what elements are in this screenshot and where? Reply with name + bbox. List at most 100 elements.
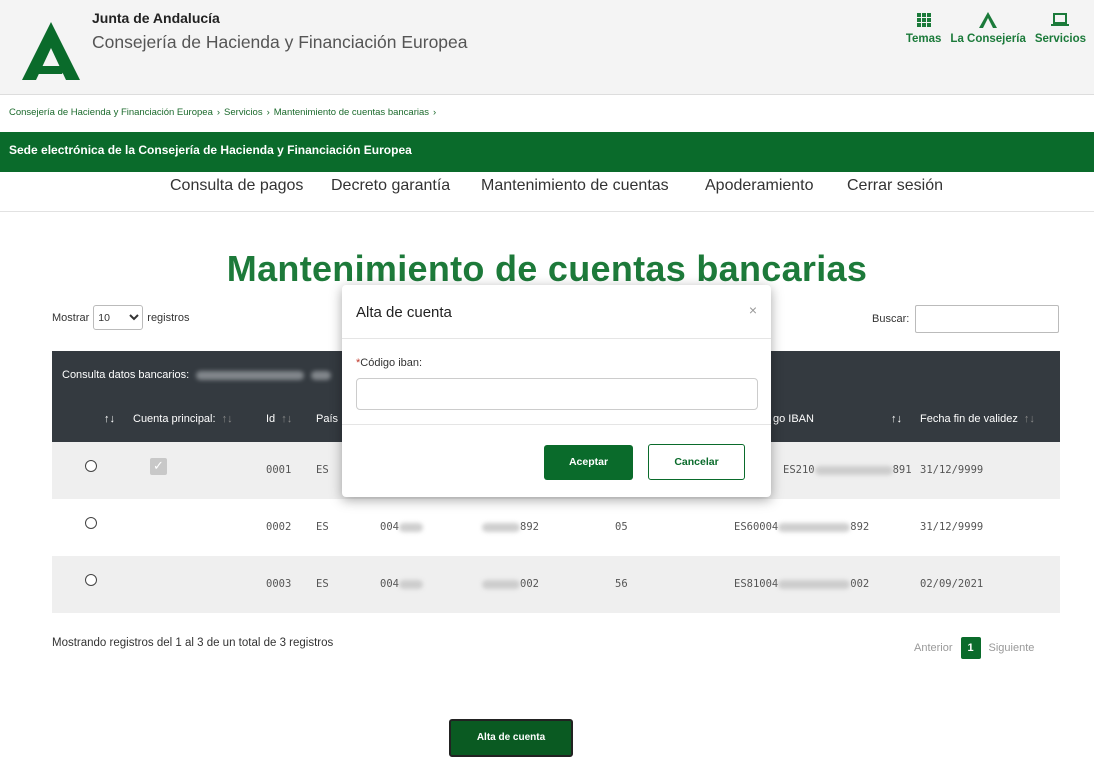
cell-banco: 004	[380, 521, 423, 533]
breadcrumb-item[interactable]: Servicios	[224, 107, 263, 118]
site-header: Junta de Andalucía Consejería de Haciend…	[0, 0, 1094, 95]
column-header-label: Cuenta principal:	[133, 413, 216, 425]
column-header-label: go IBAN	[773, 413, 814, 425]
top-nav: Temas La Consejería Servicios	[906, 12, 1086, 45]
section-band: Sede electrónica de la Consejería de Hac…	[0, 132, 1094, 172]
cell-fecha: 02/09/2021	[920, 578, 984, 590]
add-account-button[interactable]: Alta de cuenta	[449, 719, 573, 757]
nav-mantenimiento-cuentas[interactable]: Mantenimiento de cuentas	[481, 177, 669, 195]
redacted-text	[482, 522, 520, 532]
redacted-text	[482, 579, 520, 589]
iban-start: ES210	[783, 464, 815, 476]
row-radio[interactable]	[85, 460, 97, 472]
sort-icon: ↑↓	[281, 413, 293, 425]
sort-icon: ↑↓	[1023, 413, 1035, 425]
cell-cuenta: 002	[482, 578, 539, 590]
cell-dc: 56	[615, 578, 628, 590]
column-header-label: Id	[266, 413, 276, 425]
main-nav: Consulta de pagos Decreto garantía Mante…	[0, 172, 1094, 212]
nav-decreto-garantia[interactable]: Decreto garantía	[331, 177, 450, 195]
cell-iban: ES210 891	[783, 464, 912, 476]
table-row: 0003 ES 004 002 56 ES81004 002 02/09/2021	[52, 556, 1060, 613]
table-row: 0002 ES 004 892 05 ES60004 892 31/12/9999	[52, 499, 1060, 556]
top-nav-label: La Consejería	[950, 33, 1026, 45]
cell-dc: 05	[615, 521, 628, 533]
cell-fecha: 31/12/9999	[920, 464, 984, 476]
top-nav-label: Servicios	[1034, 33, 1086, 45]
org-subtitle: Consejería de Hacienda y Financiación Eu…	[92, 32, 468, 52]
modal-divider	[342, 338, 771, 339]
redacted-text	[311, 370, 332, 380]
page-length-select[interactable]: 10	[93, 305, 144, 330]
breadcrumb-item[interactable]: Consejería de Hacienda y Financiación Eu…	[9, 107, 213, 118]
chevron-right-icon: ›	[266, 107, 270, 118]
top-nav-consejeria[interactable]: La Consejería	[950, 12, 1026, 45]
band-title: Sede electrónica de la Consejería de Hac…	[9, 143, 412, 157]
iban-start: ES60004	[734, 521, 779, 533]
close-icon[interactable]: ×	[749, 302, 757, 318]
sort-icon: ↑↓	[221, 413, 233, 425]
column-header-label: Fecha fin de validez	[920, 413, 1018, 425]
cell-pais: ES	[316, 521, 329, 533]
search-input[interactable]	[915, 305, 1060, 333]
column-header-fecha[interactable]: Fecha fin de validez ↑↓	[920, 413, 1035, 425]
cell-cuenta: 892	[482, 521, 539, 533]
table-info: Mostrando registros del 1 al 3 de un tot…	[52, 637, 334, 649]
redacted-text	[814, 465, 893, 475]
column-header-iban[interactable]: go IBAN	[773, 413, 814, 425]
nav-apoderamiento[interactable]: Apoderamiento	[705, 177, 814, 195]
cancel-button[interactable]: Cancelar	[648, 444, 745, 480]
breadcrumb: Consejería de Hacienda y Financiación Eu…	[9, 107, 440, 118]
pager-page-1[interactable]: 1	[960, 637, 981, 659]
breadcrumb-item[interactable]: Mantenimiento de cuentas bancarias	[274, 107, 429, 118]
pager-previous[interactable]: Anterior	[914, 642, 953, 654]
pagination: Anterior 1 Siguiente	[914, 637, 1034, 659]
grid-icon	[916, 13, 931, 27]
pager-next[interactable]: Siguiente	[989, 642, 1035, 654]
top-nav-label: Temas	[905, 33, 942, 45]
laptop-icon	[1051, 13, 1070, 26]
column-header-pais[interactable]: País	[316, 413, 338, 425]
modal-divider	[342, 424, 771, 425]
row-radio[interactable]	[85, 517, 97, 529]
page-title: Mantenimiento de cuentas bancarias	[226, 248, 868, 289]
show-suffix: registros	[147, 311, 190, 324]
search-control: Buscar:	[872, 305, 1060, 333]
iban-end: 002	[850, 578, 870, 590]
cuenta-end: 002	[520, 578, 539, 590]
show-label: Mostrar	[52, 311, 90, 324]
banco-code: 004	[380, 521, 399, 533]
accept-button[interactable]: Aceptar	[544, 445, 633, 480]
cell-id: 0003	[266, 578, 292, 590]
redacted-text	[778, 579, 851, 589]
column-header-label: País	[316, 413, 339, 425]
iban-end: 891	[892, 464, 912, 476]
iban-label-text: Código iban:	[360, 357, 423, 369]
top-nav-servicios[interactable]: Servicios	[1035, 12, 1086, 45]
nav-cerrar-sesion[interactable]: Cerrar sesión	[847, 177, 943, 195]
modal-title: Alta de cuenta	[356, 304, 452, 321]
cell-pais: ES	[316, 464, 329, 476]
iban-start: ES81004	[734, 578, 779, 590]
cell-iban: ES60004 892	[734, 521, 869, 533]
sort-icon[interactable]: ↑↓	[104, 413, 115, 425]
iban-input[interactable]	[356, 378, 758, 410]
redacted-text	[398, 579, 423, 589]
page: Junta de Andalucía Consejería de Haciend…	[0, 0, 1094, 758]
column-header-id[interactable]: Id ↑↓	[266, 413, 292, 425]
column-header-principal[interactable]: Cuenta principal: ↑↓	[133, 413, 233, 425]
row-radio[interactable]	[85, 574, 97, 586]
table-caption: Consulta datos bancarios:	[62, 369, 332, 381]
top-nav-temas[interactable]: Temas	[905, 12, 942, 45]
redacted-text	[778, 522, 851, 532]
sort-icon[interactable]: ↑↓	[891, 413, 902, 425]
junta-andalucia-logo[interactable]	[22, 22, 80, 80]
nav-consulta-pagos[interactable]: Consulta de pagos	[170, 177, 303, 195]
page-length-control: Mostrar 10 registros	[52, 305, 189, 330]
redacted-text	[196, 370, 305, 380]
cell-pais: ES	[316, 578, 329, 590]
redacted-text	[398, 522, 423, 532]
add-account-modal: Alta de cuenta × *Código iban: Aceptar C…	[342, 285, 771, 497]
cell-banco: 004	[380, 578, 423, 590]
search-label: Buscar:	[872, 313, 910, 325]
